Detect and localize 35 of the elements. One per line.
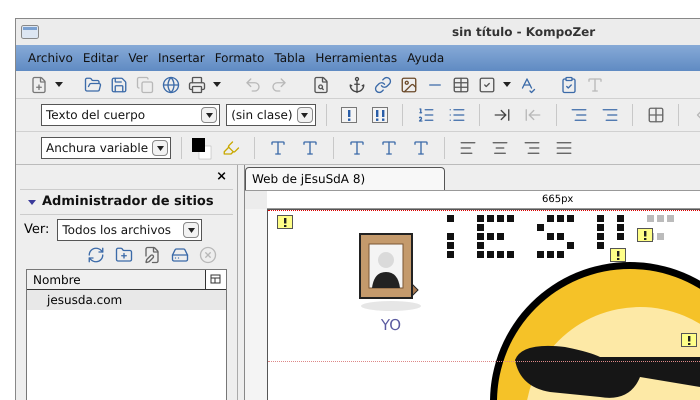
caret-icon (206, 112, 213, 118)
window-icon[interactable] (21, 25, 39, 39)
dropdown-button[interactable] (296, 107, 313, 123)
menu-item[interactable]: Archivo (28, 49, 73, 67)
menu-item[interactable]: Herramientas (315, 49, 398, 67)
menu-item[interactable]: Formato (214, 49, 264, 67)
menu-item[interactable]: Tabla (274, 49, 306, 67)
dropdown-button[interactable] (152, 140, 168, 156)
warning-icon (610, 248, 626, 262)
site-item[interactable]: jesusda.com (27, 290, 226, 310)
menu-item[interactable]: Editar (82, 49, 118, 67)
class-select[interactable]: (sin clase) (226, 104, 316, 126)
dropdown-button[interactable] (201, 107, 218, 123)
warning-icon (277, 215, 293, 229)
close-button[interactable]: × (216, 167, 227, 187)
image-caption: YO (380, 315, 402, 336)
document-tab[interactable]: Web de jEsuSdA 8) (245, 167, 445, 190)
paragraph-style-select[interactable]: Texto del cuerpo (41, 104, 220, 126)
caret-icon (301, 112, 308, 118)
column-header[interactable]: Nombre (27, 270, 206, 289)
view-label: Ver: (24, 221, 50, 240)
caret-icon (188, 228, 195, 232)
menu-item[interactable]: Insertar (158, 49, 205, 67)
font-select[interactable]: Anchura variable (41, 137, 171, 159)
dropdown-button[interactable] (183, 222, 200, 238)
collapse-icon[interactable] (28, 200, 36, 204)
warning-icon (637, 228, 653, 242)
window-title: sin título - KompoZer (452, 24, 596, 41)
panel-title: Administrador de sitios (42, 193, 214, 212)
caret-icon (156, 146, 164, 150)
warning-icon (681, 333, 697, 347)
ruler: 665px (267, 191, 700, 209)
view-select[interactable]: Todos los archivos (57, 219, 202, 241)
menu-item[interactable]: Ayuda (407, 49, 444, 67)
menu-item[interactable]: Ver (128, 49, 148, 67)
